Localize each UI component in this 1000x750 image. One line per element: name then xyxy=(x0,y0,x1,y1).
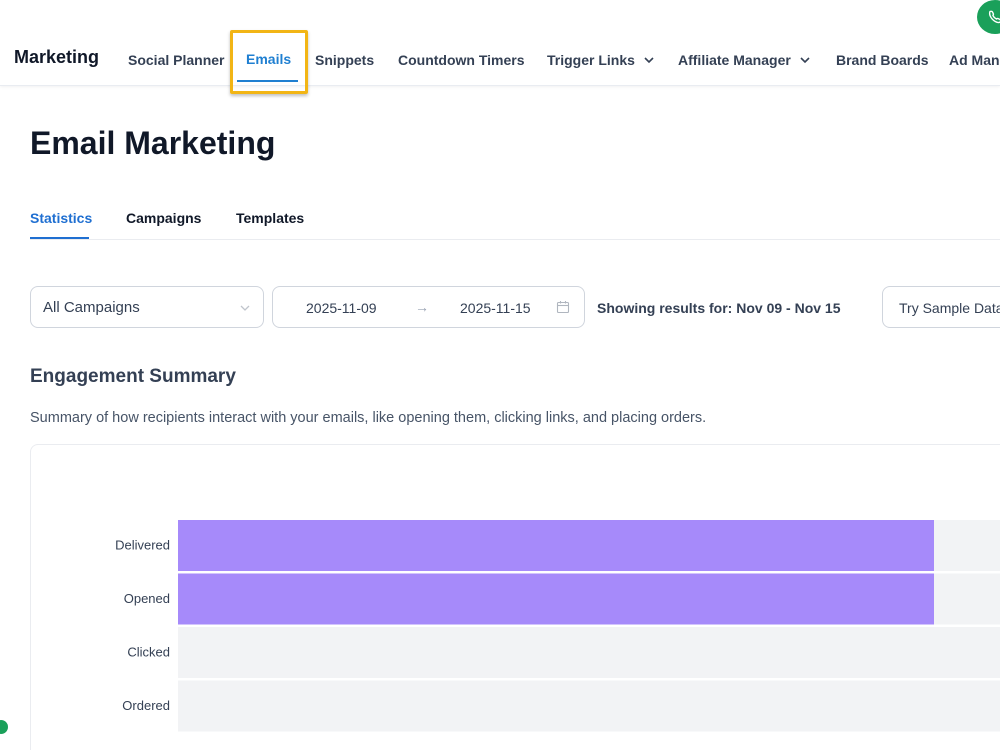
top-navigation: Marketing Social Planner Emails Snippets… xyxy=(0,0,1000,86)
phone-icon xyxy=(988,10,1000,24)
chevron-down-icon xyxy=(800,57,810,64)
status-indicator xyxy=(0,720,8,734)
date-range-picker[interactable]: 2025-11-09 → 2025-11-15 xyxy=(272,286,585,328)
nav-item-affiliate-manager-label: Affiliate Manager xyxy=(678,52,791,68)
brand-title: Marketing xyxy=(14,47,100,67)
tabs-divider xyxy=(30,239,1000,240)
tab-templates[interactable]: Templates xyxy=(236,210,304,226)
nav-item-trigger-links[interactable]: Trigger Links xyxy=(547,52,655,68)
chevron-down-icon xyxy=(240,305,250,311)
nav-item-brand-boards[interactable]: Brand Boards xyxy=(836,52,929,68)
showing-results-text: Showing results for: Nov 09 - Nov 15 xyxy=(597,300,841,316)
category-label-clicked: Clicked xyxy=(127,645,170,660)
bar-opened[interactable] xyxy=(178,573,934,625)
nav-item-ad-manager[interactable]: Ad Man xyxy=(949,52,1000,68)
arrow-right-icon: → xyxy=(415,299,429,315)
highlight-box xyxy=(230,30,308,94)
campaign-select[interactable]: All Campaigns xyxy=(30,286,264,328)
calendar-icon xyxy=(556,301,570,314)
nav-item-countdown-timers[interactable]: Countdown Timers xyxy=(398,52,525,68)
phone-button[interactable] xyxy=(977,0,1000,34)
engagement-chart-card: Delivered Opened Clicked Ordered xyxy=(30,444,1000,750)
bar-track-ordered xyxy=(178,680,1000,732)
nav-item-trigger-links-label: Trigger Links xyxy=(547,52,635,68)
category-label-opened: Opened xyxy=(124,591,170,606)
page-title: Email Marketing xyxy=(30,125,276,161)
date-end[interactable]: 2025-11-15 xyxy=(460,300,531,316)
date-start[interactable]: 2025-11-09 xyxy=(306,300,377,316)
tab-active-underline xyxy=(30,237,89,239)
nav-item-social-planner[interactable]: Social Planner xyxy=(128,52,224,68)
try-sample-data-label: Try Sample Data xyxy=(899,300,1000,316)
nav-item-snippets[interactable]: Snippets xyxy=(315,52,374,68)
bar-track-clicked xyxy=(178,627,1000,678)
try-sample-data-button[interactable]: Try Sample Data xyxy=(882,286,1000,328)
tab-statistics[interactable]: Statistics xyxy=(30,210,92,226)
chevron-down-icon xyxy=(644,57,654,64)
engagement-summary-description: Summary of how recipients interact with … xyxy=(30,410,707,426)
category-label-ordered: Ordered xyxy=(122,698,170,713)
category-label-delivered: Delivered xyxy=(115,538,170,553)
engagement-bar-chart: Delivered Opened Clicked Ordered xyxy=(115,520,1000,732)
engagement-summary-title: Engagement Summary xyxy=(30,366,236,387)
bar-delivered[interactable] xyxy=(178,520,934,571)
nav-item-affiliate-manager[interactable]: Affiliate Manager xyxy=(678,52,811,68)
campaign-select-value: All Campaigns xyxy=(43,299,140,316)
tab-campaigns[interactable]: Campaigns xyxy=(126,210,201,226)
